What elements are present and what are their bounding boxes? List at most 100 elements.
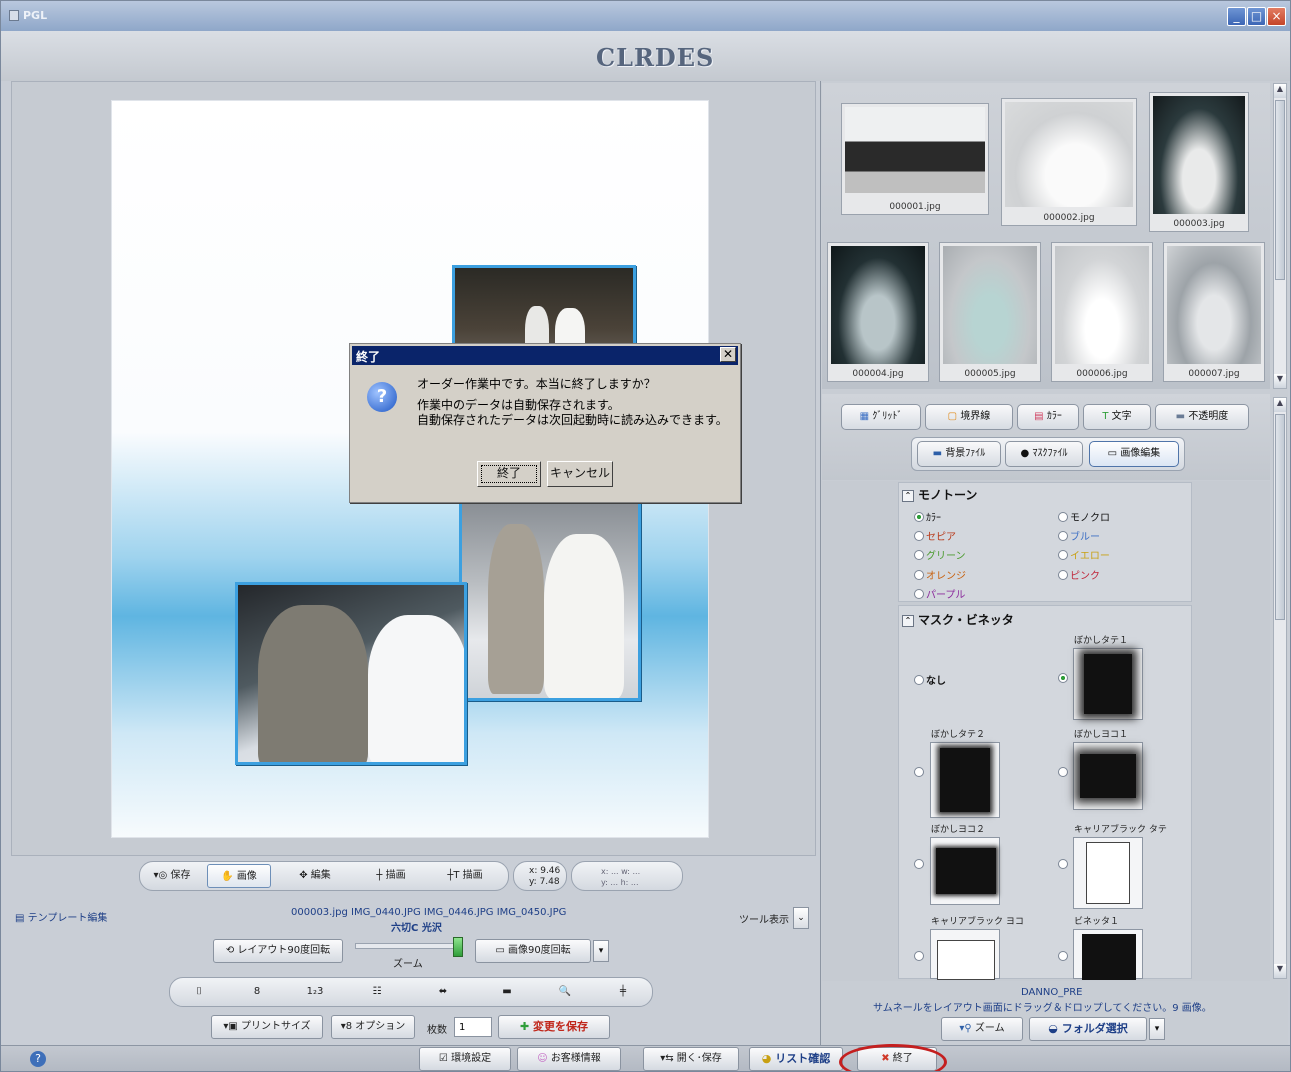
radio-color[interactable]: ｶﾗｰ <box>914 509 941 524</box>
save-changes-button[interactable]: ✚ 変更を保存 <box>498 1015 610 1039</box>
mask-blur-h1[interactable]: ぼかしヨコ１ <box>1073 730 1143 810</box>
image-rotate-dropdown[interactable]: ▾ <box>593 940 609 962</box>
radio-orange[interactable]: オレンジ <box>914 567 966 582</box>
edit-tool[interactable]: ✥ 編集 <box>287 864 343 888</box>
template-edit-link[interactable]: ▤ テンプレート編集 <box>15 909 107 924</box>
image-rotate-button[interactable]: ▭ 画像90度回転 <box>475 939 591 963</box>
grid-icon: ▦ <box>859 411 870 422</box>
dialog-line-2: 作業中のデータは自動保存されます。 <box>417 398 620 412</box>
layout-photo-walk[interactable] <box>459 501 641 701</box>
tab-grid[interactable]: ▦ ｸﾞﾘｯﾄﾞ <box>841 404 921 430</box>
thumbnail-caption: 000006.jpg <box>1076 369 1128 379</box>
env-settings-button[interactable]: ☑ 環境設定 <box>419 1047 511 1071</box>
thumbnail-7[interactable]: 000007.jpg <box>1163 242 1265 382</box>
radio-vignette[interactable] <box>1058 951 1070 963</box>
draw-tool[interactable]: ┼ 描画 <box>363 864 419 888</box>
distribute-icon[interactable]: ╪ <box>611 980 635 1004</box>
tab-image-edit[interactable]: ▭ 画像編集 <box>1089 441 1179 467</box>
tab-mask-file[interactable]: ● ﾏｽｸﾌｧｲﾙ <box>1005 441 1083 467</box>
scroll-thumb[interactable] <box>1275 414 1285 620</box>
mask-blur-h2[interactable]: ぼかしヨコ２ <box>930 825 1000 905</box>
dialog-cancel-button[interactable]: キャンセル <box>547 461 613 487</box>
scroll-up-icon[interactable]: ▲ <box>1274 398 1286 412</box>
scroll-down-icon[interactable]: ▼ <box>1274 374 1286 388</box>
radio-blur-h2[interactable] <box>914 859 926 871</box>
highlight-ring <box>839 1044 947 1071</box>
folder-dropdown[interactable]: ▾ <box>1149 1018 1165 1040</box>
print-size-button[interactable]: ▾▣ プリントサイズ <box>211 1015 323 1039</box>
radio-blur-v2[interactable] <box>914 767 926 779</box>
search-image-icon[interactable]: 🔍 <box>553 980 577 1004</box>
mask-heading[interactable]: ⌃ マスク・ビネッタ <box>902 611 1014 628</box>
thumbnail-3[interactable]: 000003.jpg <box>1149 92 1249 232</box>
radio-purple[interactable]: パープル <box>914 586 965 601</box>
tab-opacity-label: 不透明度 <box>1188 411 1229 422</box>
scroll-down-icon[interactable]: ▼ <box>1274 964 1286 978</box>
radio-blur-v1[interactable] <box>1058 673 1070 685</box>
count-input[interactable] <box>454 1017 492 1037</box>
radio-yellow[interactable]: イエロー <box>1058 547 1110 562</box>
tab-border[interactable]: ▢ 境界線 <box>925 404 1013 430</box>
thumbnail-scrollbar[interactable]: ▲ ▼ <box>1273 83 1287 389</box>
thumbnail-5[interactable]: 000005.jpg <box>939 242 1041 382</box>
text-draw-tool[interactable]: ┼T 描画 <box>433 864 497 888</box>
zoom-slider[interactable] <box>355 943 463 949</box>
radio-blur-h1[interactable] <box>1058 767 1070 779</box>
align-center-icon[interactable]: ⬌ <box>431 980 455 1004</box>
tab-opacity[interactable]: ▬ 不透明度 <box>1155 404 1249 430</box>
fill-icon[interactable]: ▬ <box>495 980 519 1004</box>
numbering-icon[interactable]: 1₂3 <box>303 980 327 1004</box>
tab-color[interactable]: ▤ ｶﾗｰ <box>1017 404 1079 430</box>
radio-mask-none[interactable]: なし <box>914 672 946 687</box>
customer-info-button[interactable]: ☺ お客様情報 <box>517 1047 621 1071</box>
collapse-icon: ⌃ <box>902 489 914 502</box>
list-confirm-button[interactable]: ◕ リスト確認 <box>749 1047 843 1071</box>
thumbnail-1[interactable]: 000001.jpg <box>841 103 989 215</box>
minimize-button[interactable]: _ <box>1227 7 1246 26</box>
radio-green[interactable]: グリーン <box>914 547 966 562</box>
mask-carrier-v[interactable]: キャリアブラック タテ <box>1073 825 1167 909</box>
fit-icon[interactable]: ⌷ <box>187 980 211 1004</box>
radio-mono[interactable]: モノクロ <box>1058 509 1110 524</box>
tab-text[interactable]: T 文字 <box>1083 404 1151 430</box>
maximize-button[interactable]: □ <box>1247 7 1266 26</box>
radio-carrier-h[interactable] <box>914 951 926 963</box>
scroll-up-icon[interactable]: ▲ <box>1274 84 1286 98</box>
help-icon[interactable]: ? <box>30 1051 46 1067</box>
radio-blue[interactable]: ブルー <box>1058 528 1100 543</box>
options-scrollbar[interactable]: ▲ ▼ <box>1273 397 1287 979</box>
mask-caption: ぼかしヨコ２ <box>931 825 986 835</box>
mask-vignette[interactable]: ビネッタ１ <box>1073 917 1143 980</box>
tab-bg-file[interactable]: ▬ 背景ﾌｧｲﾙ <box>917 441 1001 467</box>
monotone-heading[interactable]: ⌃ モノトーン <box>902 486 977 503</box>
folder-select-button[interactable]: ◒ フォルダ選択 <box>1029 1017 1147 1041</box>
save-tool[interactable]: ▾◎ 保存 <box>145 864 199 888</box>
scroll-thumb[interactable] <box>1275 100 1285 280</box>
thumbnail-4[interactable]: 000004.jpg <box>827 242 929 382</box>
zoom-slider-thumb[interactable] <box>453 937 463 957</box>
tool-display-toggle[interactable]: ⌄ <box>793 907 809 929</box>
radio-carrier-v[interactable] <box>1058 859 1070 871</box>
layout-rotate-button[interactable]: ⟲ レイアウト90度回転 <box>213 939 343 963</box>
thumbnail-2[interactable]: 000002.jpg <box>1001 98 1137 226</box>
plus-icon: ✚ <box>519 1020 530 1033</box>
grid-align-icon[interactable]: ☷ <box>365 980 389 1004</box>
mask-blur-v2[interactable]: ぼかしタテ２ <box>930 730 1000 818</box>
radio-pink[interactable]: ピンク <box>1058 567 1100 582</box>
tab-color-label: ｶﾗｰ <box>1046 411 1062 422</box>
mask-blur-v1[interactable]: ぼかしタテ１ <box>1073 636 1143 720</box>
mask-carrier-h[interactable]: キャリアブラック ヨコ <box>930 917 1024 980</box>
dialog-ok-button[interactable]: 終了 <box>477 461 541 487</box>
radio-label: セピア <box>926 532 956 543</box>
layout-photo-couple[interactable] <box>235 582 467 765</box>
zoom-button[interactable]: ▾⚲ ズーム <box>941 1017 1023 1041</box>
open-save-button[interactable]: ▾⇆ 開く･保存 <box>643 1047 739 1071</box>
close-button[interactable]: × <box>1267 7 1286 26</box>
dialog-close-button[interactable]: ✕ <box>720 347 736 362</box>
radio-sepia[interactable]: セピア <box>914 528 956 543</box>
tab-border-label: 境界線 <box>960 411 991 422</box>
thumbnail-6[interactable]: 000006.jpg <box>1051 242 1153 382</box>
image-tool[interactable]: ✋ 画像 <box>207 864 271 888</box>
option-button[interactable]: ▾8 オプション <box>331 1015 415 1039</box>
chain-icon[interactable]: 8 <box>245 980 269 1004</box>
